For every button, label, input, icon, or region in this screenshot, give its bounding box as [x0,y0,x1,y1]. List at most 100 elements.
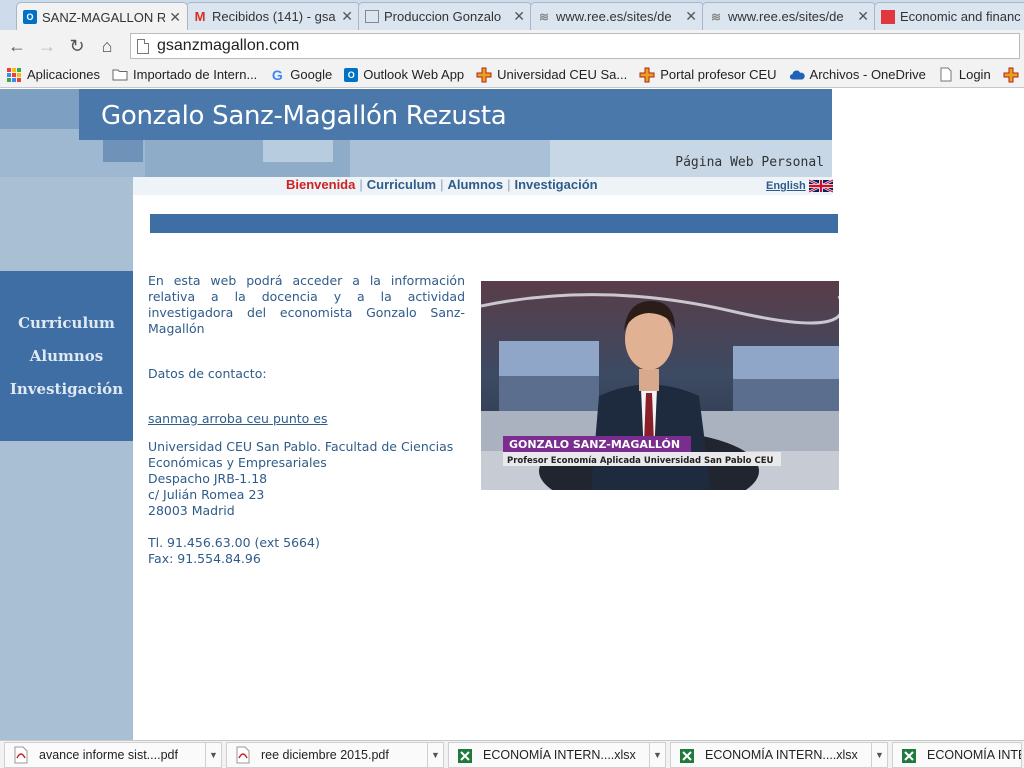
ree-icon: ≋ [538,9,550,24]
address-line: Económicas y Empresariales [148,455,327,470]
download-item[interactable]: ECONOMÍA INTERN....xlsx ▼ [670,741,888,768]
tab-strip: O SANZ-MAGALLON R ✕ M Recibidos (141) - … [0,0,1024,30]
folder-icon [112,67,128,83]
download-item[interactable]: avance informe sist....pdf ▼ [4,741,222,768]
back-arrow-icon[interactable]: ← [4,33,30,59]
site-title: Gonzalo Sanz-Magallón Rezusta [101,101,507,131]
browser-tab-4[interactable]: ≋ www.ree.es/sites/de ✕ [530,2,704,30]
address-line: c/ Julián Romea 23 [148,487,265,502]
tab-title: SANZ-MAGALLON R [42,9,166,25]
pdf-icon [235,746,251,764]
download-label: ree diciembre 2015.pdf [261,747,389,762]
header-decoration [263,140,333,162]
bookmark-login[interactable]: Login [938,67,991,83]
chevron-down-icon[interactable]: ▼ [427,742,443,767]
browser-tab-6[interactable]: Economic and financ [874,2,1024,30]
bookmark-outlook[interactable]: O Outlook Web App [344,67,464,82]
site-subtitle: Página Web Personal [675,155,824,170]
tab-title: Recibidos (141) - gsa [212,9,336,24]
tab-title: www.ree.es/sites/de [556,9,672,24]
address-bar[interactable]: gsanzmagallon.com [130,33,1020,59]
browser-tab-2[interactable]: M Recibidos (141) - gsa ✕ [186,2,360,30]
nav-separator: | [440,177,444,192]
download-label: ECONOMÍA INTERN....xlsx [483,747,636,762]
browser-tab-1[interactable]: O SANZ-MAGALLON R ✕ [16,2,188,30]
ree-icon: ≋ [710,9,722,24]
download-label: ECONOMÍA INTERN....xlsx [705,747,858,762]
bookmark-google[interactable]: G Google [269,67,332,83]
browser-tab-3[interactable]: Produccion Gonzalo ✕ [358,2,532,30]
ceu-cross-icon [639,67,655,83]
tab-title: www.ree.es/sites/de [728,9,844,24]
google-icon: G [271,66,283,83]
nav-curriculum[interactable]: Curriculum [367,177,436,192]
bookmark-onedrive[interactable]: Archivos - OneDrive [789,67,926,83]
english-label: English [766,180,806,192]
close-icon[interactable]: ✕ [513,8,525,25]
side-menu: Curriculum Alumnos Investigación [0,271,133,441]
side-menu-alumnos[interactable]: Alumnos [30,340,103,373]
download-item[interactable]: ECONOMÍA INTERN....xlsx ▼ [448,741,666,768]
chevron-down-icon[interactable]: ▼ [871,742,887,767]
uk-flag-icon [808,178,833,194]
ceu-cross-icon [476,67,492,83]
browser-toolbar: ← → ↻ ⌂ gsanzmagallon.com [0,30,1024,62]
close-icon[interactable]: ✕ [169,9,181,26]
ceu-cross-icon [1003,67,1019,83]
address-line: 28003 Madrid [148,503,235,518]
tab-title: Economic and financ [900,9,1021,24]
bookmarks-bar: Aplicaciones Importado de Intern... G Go… [0,62,1024,88]
onedrive-icon [789,67,805,83]
close-icon[interactable]: ✕ [685,8,697,25]
nav-separator: | [507,177,511,192]
nav-alumnos[interactable]: Alumnos [447,177,503,192]
close-icon[interactable]: ✕ [341,8,353,25]
bookmark-label: Aplicaciones [27,67,100,82]
nav-investigacion[interactable]: Investigación [515,177,598,192]
page-icon [137,38,149,54]
chevron-down-icon[interactable]: ▼ [205,742,221,767]
site-header: Gonzalo Sanz-Magallón Rezusta Página Web… [0,89,832,177]
bookmark-portal-profesor[interactable]: Portal profesor CEU [639,67,777,83]
contact-label: Datos de contacto: [148,366,267,381]
bookmark-label: Portal profesor CEU [660,67,777,82]
photo-caption-name: GONZALO SANZ-MAGALLÓN [509,438,680,451]
address-text: gsanzmagallon.com [157,37,300,54]
nav-bienvenida[interactable]: Bienvenida [286,177,355,192]
fax-number: Fax: 91.554.84.96 [148,551,261,566]
excel-icon [457,746,473,764]
browser-tab-5[interactable]: ≋ www.ree.es/sites/de ✕ [702,2,876,30]
forward-arrow-icon[interactable]: → [34,33,60,59]
excel-icon [679,746,695,764]
apps-grid-icon [6,67,22,83]
outlook-icon: O [23,10,37,24]
bookmark-aplicaciones[interactable]: Aplicaciones [6,67,100,83]
download-item[interactable]: ECONOMÍA INTE [892,741,1022,768]
bookmark-label: Importado de Intern... [133,67,258,82]
red-square-icon [881,9,895,24]
interview-photo: GONZALO SANZ-MAGALLÓN Profesor Economía … [481,281,839,490]
address-line: Universidad CEU San Pablo. Facultad de C… [148,439,454,454]
pdf-icon [13,746,29,764]
reload-icon[interactable]: ↻ [64,33,90,59]
bookmark-universidad-ceu[interactable]: Universidad CEU Sa... [476,67,627,83]
photo-caption-role: Profesor Economía Aplicada Universidad S… [507,456,774,466]
bookmark-label: Login [958,67,991,82]
english-link[interactable]: English [766,178,833,194]
close-icon[interactable]: ✕ [857,8,869,25]
interview-photo-illustration: GONZALO SANZ-MAGALLÓN Profesor Economía … [481,281,839,490]
side-menu-investigacion[interactable]: Investigación [10,373,123,406]
bookmark-overflow[interactable] [1003,67,1024,83]
chevron-down-icon[interactable]: ▼ [649,742,665,767]
download-label: avance informe sist....pdf [39,747,178,762]
intro-text: En esta web podrá acceder a la informaci… [148,273,465,336]
home-icon[interactable]: ⌂ [94,33,120,59]
email-link[interactable]: sanmag arroba ceu punto es [148,411,327,426]
bookmark-label: Archivos - OneDrive [809,67,926,82]
side-menu-curriculum[interactable]: Curriculum [18,307,115,340]
gmail-icon: M [194,9,206,24]
bookmark-label: Outlook Web App [363,67,465,82]
address-line: Despacho JRB-1.18 [148,471,268,486]
bookmark-importado[interactable]: Importado de Intern... [112,67,257,83]
download-item[interactable]: ree diciembre 2015.pdf ▼ [226,741,444,768]
